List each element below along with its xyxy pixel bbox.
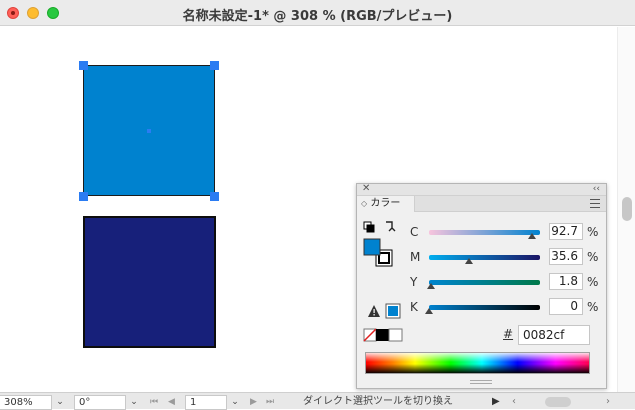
percent-unit-k: % — [587, 300, 599, 314]
tab-color-label: カラー — [370, 198, 401, 209]
slider-track-k[interactable] — [429, 305, 540, 310]
vertical-scrollbar[interactable] — [617, 27, 635, 392]
panel-header[interactable]: ✕ ‹‹ — [357, 183, 606, 196]
slider-label-c: C — [410, 225, 419, 239]
color-spectrum-bar[interactable] — [365, 352, 590, 374]
slider-label-k: K — [410, 300, 418, 314]
panel-resize-grip[interactable] — [470, 380, 492, 384]
hex-symbol: # — [503, 327, 514, 341]
percent-unit-y: % — [587, 275, 599, 289]
gamut-swatch[interactable] — [388, 306, 398, 316]
zoom-field[interactable]: 308% — [0, 395, 52, 410]
rotation-field[interactable]: 0° — [74, 395, 126, 410]
slider-thumb-m[interactable] — [464, 258, 473, 264]
tab-color[interactable]: ◇ カラー — [357, 196, 415, 212]
status-menu-arrow-icon[interactable]: ▶ — [492, 395, 500, 409]
previous-artboard-icon[interactable]: ◀ — [168, 395, 175, 409]
color-panel: ✕ ‹‹ ◇ カラー C 92.7 % M 35.6 % Y 1.8 % K 0… — [356, 183, 607, 389]
hex-input[interactable]: 0082cf — [518, 325, 590, 345]
slider-thumb-c[interactable] — [527, 233, 536, 239]
next-artboard-icon[interactable]: ▶ — [250, 395, 257, 409]
title-bar: 名称未設定-1* @ 308 % (RGB/プレビュー) — [0, 0, 635, 26]
value-input-c[interactable]: 92.7 — [549, 223, 583, 240]
shape-center-point[interactable] — [147, 129, 151, 133]
fill-swatch[interactable] — [363, 238, 381, 256]
slider-track-m[interactable] — [429, 255, 540, 260]
slider-label-y: Y — [410, 275, 418, 289]
close-icon[interactable]: ✕ — [362, 183, 370, 195]
default-colors-icon[interactable] — [363, 221, 375, 233]
slider-track-y[interactable] — [429, 280, 540, 285]
document-title: 名称未設定-1* @ 308 % (RGB/プレビュー) — [182, 9, 453, 24]
value-input-y[interactable]: 1.8 — [549, 273, 583, 290]
illustrator-window: 名称未設定-1* @ 308 % (RGB/プレビュー) 308% ⌄ 0° ⌄… — [0, 0, 635, 410]
first-artboard-icon[interactable]: ⏮ — [150, 395, 158, 409]
scroll-right-icon[interactable]: › — [606, 395, 610, 409]
swap-arrow-icon[interactable] — [386, 221, 396, 232]
double-chevron-icon[interactable]: ‹‹ — [593, 183, 600, 195]
fill-stroke-widget[interactable] — [362, 219, 402, 269]
navy-rectangle-shape[interactable] — [83, 216, 216, 348]
value-input-k[interactable]: 0 — [549, 298, 583, 315]
selection-handle-top-right[interactable] — [210, 61, 219, 70]
scroll-left-icon[interactable]: ‹ — [512, 395, 516, 409]
white-swatch[interactable] — [388, 328, 403, 342]
slider-label-m: M — [410, 250, 421, 264]
selection-handle-top-left[interactable] — [79, 61, 88, 70]
artboard-number-field[interactable]: 1 — [185, 395, 227, 410]
value-input-m[interactable]: 35.6 — [549, 248, 583, 265]
percent-unit-m: % — [587, 250, 599, 264]
hamburger-menu-icon[interactable] — [590, 199, 600, 208]
rotation-dropdown-chevron-icon[interactable]: ⌄ — [127, 395, 141, 410]
status-bar: 308% ⌄ 0° ⌄ ⏮ ◀ 1 ⌄ ▶ ⏭ ダイレクト選択ツールを切り換え … — [0, 392, 635, 410]
status-text[interactable]: ダイレクト選択ツールを切り換え — [266, 395, 490, 408]
vertical-scroll-thumb[interactable] — [622, 197, 632, 221]
black-swatch[interactable] — [376, 329, 389, 341]
selection-handle-bottom-right[interactable] — [210, 192, 219, 201]
slider-thumb-k[interactable] — [425, 308, 433, 314]
horizontal-scroll-thumb[interactable] — [545, 397, 571, 407]
panel-tab-row: ◇ カラー — [357, 196, 606, 212]
gamut-warning-widget — [368, 303, 401, 319]
tab-toggle-icon[interactable]: ◇ — [361, 199, 367, 208]
artboard-dropdown-chevron-icon[interactable]: ⌄ — [228, 395, 242, 410]
zoom-dropdown-chevron-icon[interactable]: ⌄ — [53, 395, 67, 410]
selection-handle-bottom-left[interactable] — [79, 192, 88, 201]
quick-swatches — [363, 328, 403, 342]
percent-unit-c: % — [587, 225, 599, 239]
slider-track-c[interactable] — [429, 230, 540, 235]
slider-thumb-y[interactable] — [426, 283, 435, 289]
